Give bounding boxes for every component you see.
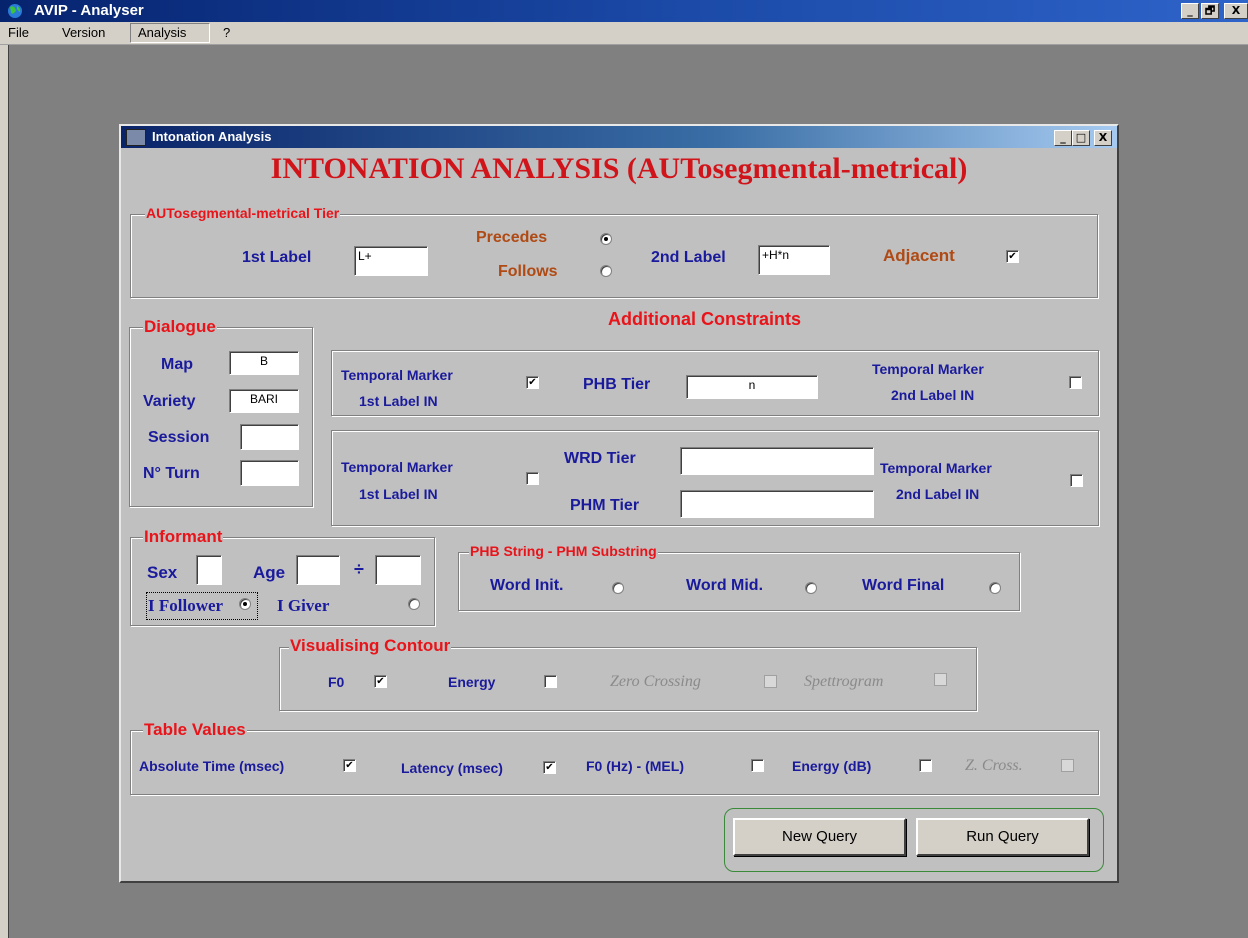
age-label: Age [253, 563, 286, 582]
giver-label: I Giver [277, 596, 330, 615]
tm-second-checkbox-1[interactable] [1069, 376, 1082, 389]
menu-bar: File Version Analysis ? [0, 22, 1248, 45]
first-label-input[interactable]: L+ [354, 246, 428, 276]
menu-help[interactable]: ? [223, 25, 230, 40]
tm-first-line1-b: Temporal Marker [341, 459, 453, 475]
follows-radio[interactable] [600, 265, 612, 277]
map-input[interactable]: B [229, 351, 299, 375]
monitor-icon [126, 129, 146, 146]
phb-string-legend: PHB String - PHM Substring [469, 543, 658, 559]
contour-zero-label: Zero Crossing [610, 673, 701, 690]
dialog-maximize-button[interactable]: □ [1072, 130, 1090, 146]
table-f0-checkbox[interactable] [751, 759, 764, 772]
page-title: INTONATION ANALYSIS (AUTosegmental-metri… [270, 152, 968, 185]
dialog-minimize-button[interactable]: _ [1054, 130, 1072, 146]
app-close-button[interactable]: X [1224, 3, 1248, 19]
contour-f0-checkbox[interactable]: ✔ [374, 675, 387, 688]
latency-checkbox[interactable]: ✔ [543, 761, 556, 774]
table-f0-label: F0 (Hz) - (MEL) [586, 758, 684, 774]
precedes-radio[interactable] [600, 233, 612, 245]
tm-second-line1-b: Temporal Marker [880, 460, 992, 476]
word-final-label: Word Final [862, 577, 945, 594]
abs-time-checkbox[interactable]: ✔ [343, 759, 356, 772]
tm-first-line1: Temporal Marker [341, 367, 453, 383]
word-mid-label: Word Mid. [686, 577, 764, 594]
age-from-input[interactable] [296, 555, 340, 585]
table-zcross-checkbox [1061, 759, 1074, 772]
contour-energy-label: Energy [448, 674, 496, 690]
app-minimize-button[interactable]: _ [1181, 3, 1199, 19]
contour-legend: Visualising Contour [289, 636, 452, 656]
second-label-input[interactable]: +H*n [758, 245, 830, 275]
giver-radio[interactable] [408, 598, 420, 610]
menu-analysis[interactable]: Analysis [138, 25, 186, 40]
app-title: AVIP - Analyser [34, 2, 144, 19]
word-final-radio[interactable] [989, 582, 1001, 594]
table-zcross-label: Z. Cross. [965, 757, 1023, 774]
wrd-tier-input[interactable] [680, 447, 874, 475]
follows-label: Follows [498, 263, 558, 280]
age-to-input[interactable] [375, 555, 421, 585]
session-input[interactable] [240, 424, 299, 450]
phb-tier-input[interactable]: n [686, 375, 818, 399]
map-label: Map [161, 356, 193, 373]
turn-label: N° Turn [143, 465, 200, 482]
dialog-title: Intonation Analysis [152, 129, 272, 144]
sex-label: Sex [147, 563, 178, 582]
dialog-close-button[interactable]: X [1094, 130, 1112, 146]
tier-legend: AUTosegmental-metrical Tier [145, 205, 341, 221]
abs-time-label: Absolute Time (msec) [139, 758, 285, 774]
desktop-left-edge [0, 45, 9, 938]
word-mid-radio[interactable] [805, 582, 817, 594]
tm-second-line1: Temporal Marker [872, 361, 984, 377]
session-label: Session [148, 429, 210, 446]
tm-first-line2: 1st Label IN [359, 393, 438, 409]
tm-second-line2: 2nd Label IN [891, 387, 975, 403]
dialogue-legend: Dialogue [143, 317, 217, 337]
word-init-radio[interactable] [612, 582, 624, 594]
phm-tier-input[interactable] [680, 490, 874, 518]
wrd-tier-label: WRD Tier [564, 450, 636, 467]
informant-legend: Informant [143, 527, 224, 547]
word-init-label: Word Init. [490, 577, 564, 594]
follower-radio[interactable] [239, 598, 251, 610]
contour-energy-checkbox[interactable] [544, 675, 557, 688]
contour-spectro-label: Spettrogram [804, 673, 884, 690]
tm-first-line2-b: 1st Label IN [359, 486, 438, 502]
table-energy-checkbox[interactable] [919, 759, 932, 772]
new-query-button[interactable]: New Query [733, 818, 906, 856]
app-titlebar [0, 0, 1248, 22]
globe-icon [8, 4, 22, 18]
tm-first-checkbox-1[interactable]: ✔ [526, 376, 539, 389]
phm-tier-label: PHM Tier [570, 497, 640, 514]
run-query-button[interactable]: Run Query [916, 818, 1089, 856]
first-label-label: 1st Label [242, 249, 312, 266]
adjacent-label: Adjacent [883, 246, 955, 265]
contour-spectro-checkbox [934, 673, 947, 686]
tm-first-checkbox-2[interactable] [526, 472, 539, 485]
table-values-legend: Table Values [143, 720, 247, 740]
app-restore-button[interactable]: 🗗 [1201, 3, 1219, 19]
latency-label: Latency (msec) [401, 760, 503, 776]
precedes-label: Precedes [476, 229, 548, 246]
sex-input[interactable] [196, 555, 222, 585]
menu-version[interactable]: Version [62, 25, 105, 40]
variety-label: Variety [143, 393, 196, 410]
contour-f0-label: F0 [328, 674, 345, 690]
variety-input[interactable]: BARI [229, 389, 299, 413]
age-separator: ÷ [354, 559, 364, 579]
contour-zero-checkbox [764, 675, 777, 688]
adjacent-checkbox[interactable]: ✔ [1006, 250, 1019, 263]
menu-file[interactable]: File [8, 25, 29, 40]
tm-second-line2-b: 2nd Label IN [896, 486, 980, 502]
follower-label: I Follower [148, 596, 224, 615]
turn-input[interactable] [240, 460, 299, 486]
phb-tier-label: PHB Tier [583, 376, 651, 393]
table-energy-label: Energy (dB) [792, 758, 872, 774]
constraints-title: Additional Constraints [608, 309, 801, 329]
second-label-label: 2nd Label [651, 249, 726, 266]
tm-second-checkbox-2[interactable] [1070, 474, 1083, 487]
